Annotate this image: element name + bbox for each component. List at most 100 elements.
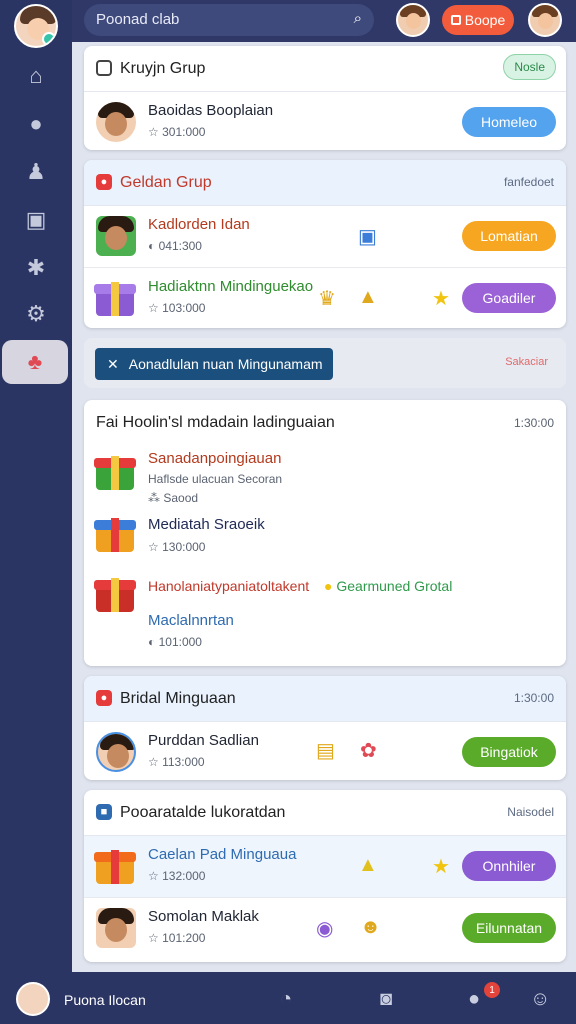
event-meta: ⁂ Saood: [148, 491, 199, 505]
card-title: Pooaratalde lukoratdan: [120, 804, 286, 821]
lock-icon: [96, 60, 112, 76]
message-icon[interactable]: ●: [468, 988, 480, 1011]
member-row[interactable]: Kadlorden Idan ◐ 041:300 ▣ Lomatian: [84, 206, 566, 268]
bottom-user-avatar[interactable]: [16, 982, 50, 1016]
event-tag: ● Gearmuned Grotal: [324, 578, 453, 594]
card-header: ● Bridal Minguaan 1:30:00: [84, 676, 566, 722]
boope-button-label: Boope: [464, 12, 506, 28]
member-row[interactable]: Baoidas Booplaian ☆ 301:000 Homeleo: [84, 92, 566, 150]
nav-item-groups-active[interactable]: ♣: [2, 340, 68, 384]
announcement-banner: ✕ Aonadlulan nuan Mingunamam Sakaciar: [84, 338, 566, 388]
homeleo-button[interactable]: Homeleo: [462, 107, 556, 137]
home-icon[interactable]: ⌂: [20, 60, 52, 92]
bottom-bar: Puona Ilocan ◔ ◙ ● 1 ☺: [0, 972, 576, 1024]
event-name[interactable]: Hanolaniatypaniatoltakent: [148, 578, 309, 594]
bell-icon: ▲: [358, 854, 378, 876]
lomatian-button[interactable]: Lomatian: [462, 221, 556, 251]
bottom-user-name: Puona Ilocan: [64, 992, 146, 1008]
announcement-label: Aonadlulan nuan Mingunamam: [128, 356, 323, 372]
card-title: Bridal Minguaan: [120, 690, 236, 707]
nosle-badge[interactable]: Nosle: [503, 54, 556, 80]
card-header: ● Geldan Grup fanfedoet: [84, 160, 566, 206]
announcement-button[interactable]: ✕ Aonadlulan nuan Mingunamam: [95, 348, 333, 380]
person-icon[interactable]: ♟: [20, 156, 52, 188]
member-name: Purddan Sadlian: [148, 732, 259, 749]
member-meta: ☆ 103:000: [148, 301, 206, 315]
event-name[interactable]: Maclalnnrtan: [148, 612, 234, 629]
record-icon: ●: [96, 690, 112, 706]
record-icon: ●: [96, 174, 112, 190]
group-card-4: ■ Pooaratalde lukoratdan Naisodel Caelan…: [84, 790, 566, 962]
sidebar: ⌂ ● ♟ ▣ ✱ ⚙ ♣: [0, 0, 72, 972]
group-card-3: ● Bridal Minguaan 1:30:00 Purddan Sadlia…: [84, 676, 566, 780]
member-row[interactable]: Purddan Sadlian ☆ 113:000 ▤ ✿ Bingatiok: [84, 722, 566, 780]
member-meta: ☆ 132:000: [148, 869, 206, 883]
group-card-1: Kruyjn Grup Nosle Baoidas Booplaian ☆ 30…: [84, 46, 566, 150]
avatar: [96, 732, 136, 772]
card-header: ■ Pooaratalde lukoratdan Naisodel: [84, 790, 566, 836]
badge-icon: ◉: [316, 918, 334, 940]
onnhiler-button[interactable]: Onnhiler: [462, 851, 556, 881]
card-time: 1:30:00: [513, 691, 554, 705]
square-icon: [450, 15, 461, 25]
card-title: Geldan Grup: [120, 174, 212, 191]
gift-icon: [94, 512, 136, 554]
event-meta: ☆ 130:000: [148, 540, 206, 554]
notification-badge: 1: [484, 982, 500, 998]
chat-icon[interactable]: ◔: [280, 988, 292, 1011]
bingatiok-button[interactable]: Bingatiok: [462, 737, 556, 767]
goadiler-button[interactable]: Goadiler: [462, 283, 556, 313]
flower-icon: ✿: [360, 740, 377, 762]
member-meta: ☆ 301:000: [148, 125, 206, 139]
banner-right-text: Sakaciar: [505, 356, 548, 368]
search-bar[interactable]: Poonad clab ⌕: [84, 4, 374, 36]
friend-avatar[interactable]: [528, 3, 562, 37]
event-subtitle: Haflsde ulacuan Secoran: [148, 472, 283, 486]
member-name: Kadlorden Idan: [148, 216, 250, 233]
profile-icon[interactable]: ☺: [530, 988, 550, 1011]
events-time: 1:30:00: [513, 416, 554, 430]
card-title: Kruyjn Grup: [120, 60, 206, 77]
image-icon[interactable]: ▣: [20, 204, 52, 236]
gift-icon: [94, 572, 136, 614]
boope-button[interactable]: Boope: [442, 5, 514, 35]
bag-icon: ▣: [358, 226, 377, 248]
member-name: Caelan Pad Minguaua: [148, 846, 297, 863]
star-icon: ★: [432, 856, 450, 878]
group-icon: ♣: [27, 349, 43, 374]
online-status-dot: [42, 32, 56, 46]
settings-icon[interactable]: ⚙: [20, 298, 52, 330]
member-row[interactable]: Somolan Maklak ☆ 101:200 ◉ ☻ Eilunnatan: [84, 898, 566, 960]
info-icon: ■: [96, 804, 112, 820]
event-name[interactable]: Sanadanpoingiauan: [148, 450, 281, 467]
star-icon: ★: [432, 288, 450, 310]
member-row[interactable]: Hadiaktnn Mindinguekao ☆ 103:000 ♛ ▲ ★ G…: [84, 268, 566, 328]
trophy-icon: ♛: [318, 288, 336, 310]
eilunnatan-button[interactable]: Eilunnatan: [462, 913, 556, 943]
search-input[interactable]: Poonad clab: [96, 11, 179, 28]
events-card: Fai Hoolin'sl mdadain ladinguaian 1:30:0…: [84, 400, 566, 666]
camera-icon[interactable]: ◙: [380, 988, 392, 1011]
events-title: Fai Hoolin'sl mdadain ladinguaian: [96, 414, 335, 431]
top-bar: Poonad clab ⌕ Boope: [72, 0, 576, 42]
member-meta: ☆ 113:000: [148, 755, 205, 769]
bell-icon: ▲: [358, 286, 378, 308]
event-name[interactable]: Mediatah Sraoeik: [148, 516, 265, 533]
profile-avatar[interactable]: [396, 3, 430, 37]
shield-icon[interactable]: ●: [20, 108, 52, 140]
puzzle-icon[interactable]: ✱: [20, 252, 52, 284]
avatar: [96, 102, 136, 142]
card-right-text: Naisodel: [507, 805, 554, 819]
search-icon[interactable]: ⌕: [354, 10, 362, 27]
member-name: Baoidas Booplaian: [148, 102, 274, 119]
chest-icon: ▤: [316, 740, 335, 762]
card-right-text: fanfedoet: [503, 175, 554, 189]
member-name: Hadiaktnn Mindinguekao: [148, 278, 314, 295]
user-avatar[interactable]: [14, 4, 58, 48]
member-row[interactable]: Caelan Pad Minguaua ☆ 132:000 ▲ ★ Onnhil…: [84, 836, 566, 898]
group-card-2: ● Geldan Grup fanfedoet Kadlorden Idan ◐…: [84, 160, 566, 328]
gift-icon: [94, 450, 136, 492]
member-meta: ☆ 101:200: [148, 931, 206, 945]
gift-icon: [94, 844, 136, 886]
avatar: [96, 908, 136, 948]
